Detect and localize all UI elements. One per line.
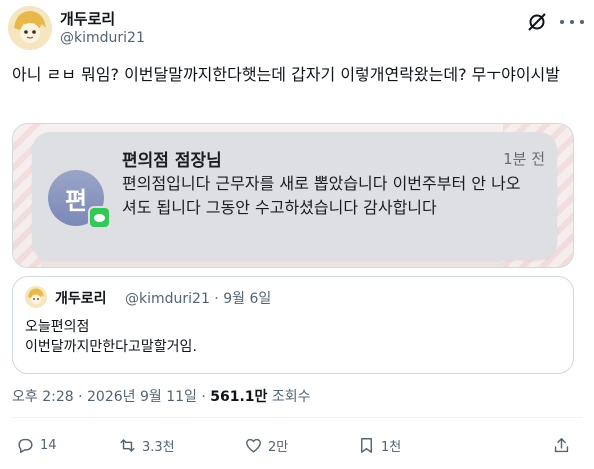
like-count: 2만 — [268, 439, 289, 455]
sms-notification-card: 편 편의점 점장님 1분 전 편의점입니다 근무자를 새로 뽑았습니다 이번주부… — [32, 132, 557, 260]
share-button[interactable] — [552, 435, 571, 455]
more-icon[interactable] — [560, 12, 584, 32]
grok-icon[interactable] — [527, 12, 547, 32]
quoted-line-1: 오늘편의점 — [25, 319, 90, 335]
reply-button[interactable]: 14 — [16, 435, 57, 455]
like-icon — [246, 438, 261, 453]
bookmark-count: 1천 — [381, 439, 402, 455]
quoted-author-avatar — [25, 286, 47, 308]
quoted-tweet[interactable]: 개두로리 @kimduri21 · 9월 6일 오늘편의점 이번달까지만한다고말… — [12, 276, 574, 374]
retweet-button[interactable]: 3.3천 — [118, 435, 175, 455]
quoted-tweet-text: 오늘편의점 이번달까지만한다고말할거임. — [25, 317, 197, 357]
view-count[interactable]: 561.1만 — [210, 389, 267, 405]
author-avatar[interactable] — [8, 6, 52, 50]
tweet-text: 아니 ㄹㅂ 뭐임? 이번달말까지한다햇는데 갑자기 이렇개연락왔는데? 무ㅜ야이… — [12, 65, 560, 84]
retweet-count: 3.3천 — [142, 439, 175, 455]
like-button[interactable]: 2만 — [244, 435, 288, 455]
tweet-datetime[interactable]: 오후 2:28 · 2026년 9월 11일 · — [12, 389, 210, 405]
quoted-line-2: 이번달까지만한다고말할거임. — [25, 339, 197, 355]
notification-time: 1분 전 — [503, 150, 545, 168]
divider — [12, 417, 582, 418]
quoted-author-name: 개두로리 — [55, 291, 107, 307]
quoted-tweet-meta: @kimduri21 · 9월 6일 — [125, 291, 272, 307]
bookmark-button[interactable]: 1천 — [357, 435, 401, 455]
reply-icon — [18, 438, 33, 453]
tweet-media-image[interactable]: 편 편의점 점장님 1분 전 편의점입니다 근무자를 새로 뽑았습니다 이번주부… — [12, 123, 574, 268]
tweet-stats: 오후 2:28 · 2026년 9월 11일 · 561.1만 조회수 — [12, 386, 311, 406]
notification-body: 편의점입니다 근무자를 새로 뽑았습니다 이번주부터 안 나오셔도 됩니다 그동… — [122, 174, 521, 217]
view-label: 조회수 — [267, 389, 311, 405]
notification-sender: 편의점 점장님 — [122, 151, 222, 171]
author-name[interactable]: 개두로리 — [60, 8, 115, 29]
message-app-icon — [88, 206, 111, 229]
author-handle[interactable]: @kimduri21 — [60, 30, 145, 46]
share-icon — [554, 437, 569, 452]
bookmark-icon — [361, 437, 372, 453]
retweet-icon — [120, 438, 135, 452]
reply-count: 14 — [40, 437, 57, 453]
